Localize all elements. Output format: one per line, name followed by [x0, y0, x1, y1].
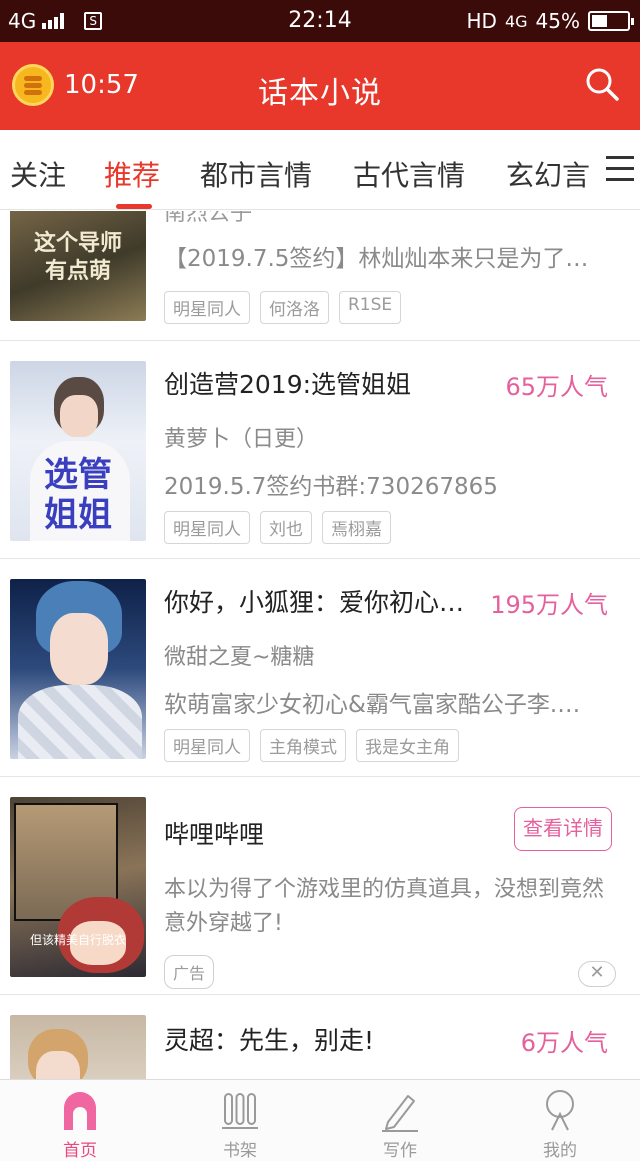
search-icon[interactable] — [584, 66, 620, 102]
tag[interactable]: 明星同人 — [164, 729, 250, 762]
profile-icon — [546, 1090, 574, 1131]
nav-write[interactable]: 写作 — [320, 1080, 480, 1161]
book-item[interactable]: 你好，小狐狸：爱你初心… 195万人气 微甜之夏~糖糖 软萌富家少女初心&霸气富… — [0, 559, 640, 777]
tag[interactable]: 焉栩嘉 — [322, 511, 391, 544]
ad-item[interactable]: 但该精美自行脱衣 哔哩哔哩 查看详情 本以为得了个游戏里的仿真道具，没想到竟然意… — [0, 777, 640, 995]
tag[interactable]: 我是女主角 — [356, 729, 459, 762]
book-author: 微甜之夏~糖糖 — [164, 645, 315, 670]
home-icon — [64, 1092, 96, 1130]
book-cover[interactable] — [10, 579, 146, 759]
battery-icon — [588, 11, 634, 31]
ad-badge: 广告 — [164, 955, 215, 989]
book-item[interactable]: 灵超：先生，别走! 6万人气 — [0, 995, 640, 1079]
book-popularity: 195万人气 — [490, 591, 608, 619]
cover-caption: 但该精美自行脱衣 — [29, 933, 126, 947]
book-cover[interactable] — [10, 1015, 146, 1079]
cover-face — [36, 1051, 80, 1079]
book-title[interactable]: 你好，小狐狸：爱你初心… — [164, 583, 494, 619]
book-description: 2019.5.7签约书群:730267865 — [164, 474, 498, 500]
tab-ancient-romance[interactable]: 古代言情 — [353, 154, 465, 194]
hd-indicator: HD — [466, 9, 497, 33]
book-author: 南烈公子 — [164, 211, 253, 226]
book-description: 【2019.7.5签约】林灿灿本来只是为了… — [164, 246, 589, 272]
nav-profile[interactable]: 我的 — [480, 1080, 640, 1161]
tag[interactable]: 主角模式 — [260, 729, 346, 762]
book-feed[interactable]: 这个导师 有点萌 南烈公子 【2019.7.5签约】林灿灿本来只是为了… 明星同… — [0, 211, 640, 1079]
app-header: 10:57 话本小说 — [0, 42, 640, 130]
nav-label: 首页 — [63, 1141, 97, 1161]
view-details-button[interactable]: 查看详情 — [514, 807, 612, 851]
book-title[interactable]: 灵超：先生，别走! — [164, 1021, 474, 1057]
book-cover[interactable]: 这个导师 有点萌 — [10, 211, 146, 321]
tag[interactable]: 明星同人 — [164, 291, 250, 324]
book-title[interactable]: 创造营2019:选管姐姐 — [164, 365, 474, 401]
battery-percent: 45% — [535, 9, 580, 33]
app-title: 话本小说 — [258, 76, 382, 111]
book-tags: 明星同人 何洛洛 R1SE — [164, 291, 402, 324]
ad-title[interactable]: 哔哩哔哩 — [164, 815, 264, 851]
tag[interactable]: 刘也 — [260, 511, 312, 544]
cover-body — [18, 685, 142, 759]
book-item[interactable]: 选管 姐姐 创造营2019:选管姐姐 65万人气 黄萝卜（日更） 2019.5.… — [0, 341, 640, 559]
ad-description: 本以为得了个游戏里的仿真道具，没想到竟然意外穿越了! — [164, 877, 605, 936]
cover-face — [60, 395, 98, 437]
network-type-2: 4G — [504, 11, 528, 31]
nav-label: 写作 — [383, 1141, 417, 1161]
cover-face — [50, 613, 108, 685]
nav-label: 我的 — [543, 1141, 577, 1161]
book-cover[interactable]: 选管 姐姐 — [10, 361, 146, 541]
nav-bookshelf[interactable]: 书架 — [160, 1080, 320, 1161]
status-bar: 4G S 22:14 HD 4G 45% — [0, 0, 640, 42]
nav-home[interactable]: 首页 — [0, 1080, 160, 1161]
book-tags: 明星同人 刘也 焉栩嘉 — [164, 511, 391, 544]
close-ad-button[interactable]: ✕ — [578, 961, 616, 987]
menu-icon[interactable] — [606, 156, 634, 182]
book-author: 黄萝卜（日更） — [164, 427, 319, 452]
category-tabs: 关注 推荐 都市言情 古代言情 玄幻言情 — [0, 130, 640, 210]
status-right: HD 4G 45% — [466, 9, 634, 33]
tag[interactable]: R1SE — [339, 291, 402, 324]
pen-icon — [382, 1095, 418, 1132]
tab-urban-romance[interactable]: 都市言情 — [200, 154, 312, 194]
nav-label: 书架 — [223, 1141, 257, 1161]
tag[interactable]: 何洛洛 — [260, 291, 329, 324]
bottom-navigation: 首页 书架 写作 我的 — [0, 1079, 640, 1161]
cover-title-line: 姐姐 — [44, 495, 112, 535]
cover-title-line: 有点萌 — [44, 258, 111, 284]
book-popularity: 6万人气 — [520, 1029, 608, 1057]
tag[interactable]: 明星同人 — [164, 511, 250, 544]
tab-recommend[interactable]: 推荐 — [104, 154, 160, 194]
battery-fill — [592, 15, 607, 27]
book-description: 软萌富家少女初心&霸气富家酷公子李.… — [164, 692, 581, 718]
active-tab-indicator — [116, 204, 152, 209]
bookshelf-icon — [222, 1093, 258, 1129]
tab-follow[interactable]: 关注 — [10, 154, 66, 194]
book-tags: 明星同人 主角模式 我是女主角 — [164, 729, 459, 762]
book-popularity: 65万人气 — [505, 373, 608, 401]
ad-cover[interactable]: 但该精美自行脱衣 — [10, 797, 146, 977]
book-item[interactable]: 这个导师 有点萌 南烈公子 【2019.7.5签约】林灿灿本来只是为了… 明星同… — [0, 211, 640, 341]
